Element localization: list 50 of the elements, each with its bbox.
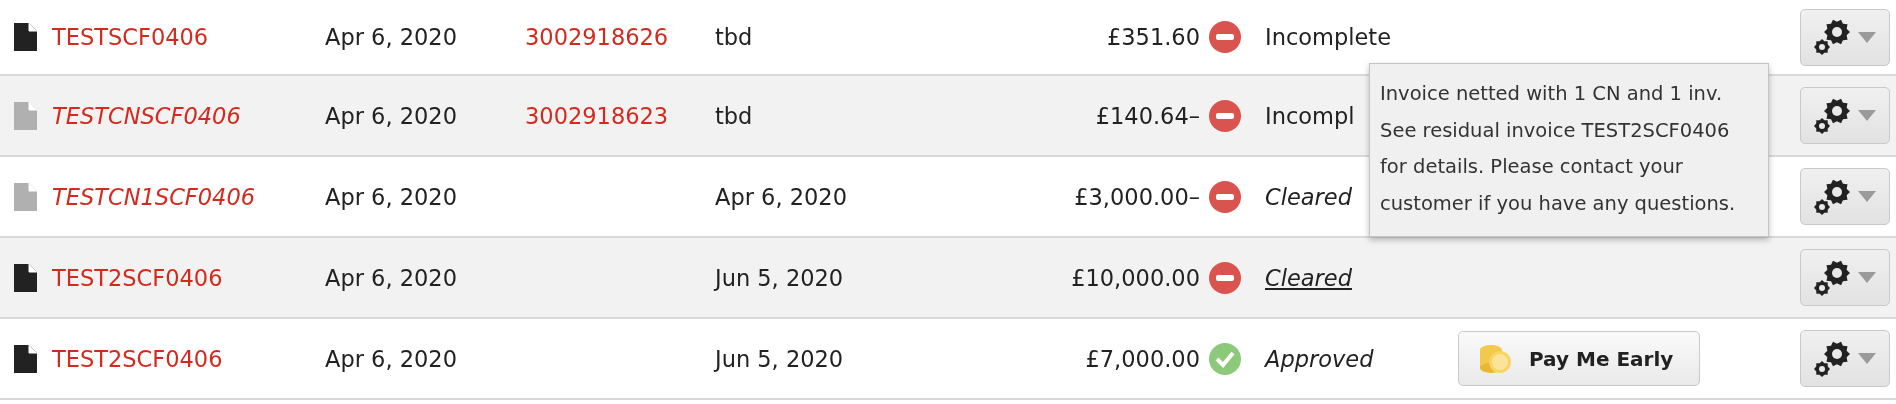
actions-button[interactable] bbox=[1800, 168, 1890, 225]
gears-icon bbox=[1814, 19, 1850, 55]
caret-icon bbox=[1858, 272, 1876, 283]
gears-icon bbox=[1814, 178, 1850, 215]
actions-button[interactable] bbox=[1800, 249, 1890, 306]
invoice-link[interactable]: TESTCN1SCF0406 bbox=[52, 183, 256, 210]
status-text: Incompl bbox=[1265, 102, 1355, 129]
amount: £3,000.00– bbox=[1074, 183, 1200, 210]
gears-icon bbox=[1814, 259, 1850, 296]
document-icon bbox=[14, 344, 37, 373]
reference-link[interactable]: 3002918626 bbox=[525, 24, 669, 50]
status-link[interactable]: Cleared bbox=[1265, 264, 1352, 291]
caret-icon bbox=[1858, 353, 1876, 364]
invoice-link[interactable]: TESTSCF0406 bbox=[52, 24, 209, 50]
caret-icon bbox=[1858, 191, 1876, 202]
invoice-date: Apr 6, 2020 bbox=[325, 264, 457, 291]
invoice-date: Apr 6, 2020 bbox=[325, 102, 457, 129]
invoice-link[interactable]: TEST2SCF0406 bbox=[52, 264, 223, 291]
reference-link[interactable]: 3002918623 bbox=[525, 102, 669, 129]
amount: £7,000.00 bbox=[1085, 345, 1200, 372]
due-date: tbd bbox=[715, 24, 753, 50]
gears-icon bbox=[1814, 97, 1850, 134]
gears-icon bbox=[1814, 340, 1850, 377]
status-text: Approved bbox=[1265, 345, 1374, 372]
pay-early-button[interactable]: Pay Me Early bbox=[1458, 331, 1700, 386]
due-date: Jun 5, 2020 bbox=[715, 264, 844, 291]
invoice-date: Apr 6, 2020 bbox=[325, 24, 457, 50]
due-date: tbd bbox=[715, 102, 753, 129]
amount: £140.64– bbox=[1095, 102, 1200, 129]
caret-icon bbox=[1858, 110, 1876, 121]
actions-button[interactable] bbox=[1800, 87, 1890, 144]
amount: £10,000.00 bbox=[1071, 264, 1200, 291]
status-text: Cleared bbox=[1265, 183, 1352, 210]
actions-button[interactable] bbox=[1800, 8, 1890, 66]
tooltip: Invoice netted with 1 CN and 1 inv. See residual invoice TEST2SCF0406 for details. Please contact your customer if you have any questions. bbox=[1369, 63, 1769, 237]
document-icon bbox=[14, 101, 37, 130]
document-icon bbox=[14, 23, 37, 51]
document-icon bbox=[14, 182, 37, 211]
status-text: Incomplete bbox=[1265, 24, 1391, 50]
caret-icon bbox=[1858, 31, 1876, 43]
invoice-link[interactable]: TESTCNSCF0406 bbox=[52, 102, 241, 129]
amount: £351.60 bbox=[1106, 24, 1200, 50]
invoice-date: Apr 6, 2020 bbox=[325, 345, 457, 372]
coins-icon bbox=[1479, 343, 1511, 374]
due-date: Jun 5, 2020 bbox=[715, 345, 844, 372]
invoice-date: Apr 6, 2020 bbox=[325, 183, 457, 210]
actions-button[interactable] bbox=[1800, 330, 1890, 387]
due-date: Apr 6, 2020 bbox=[715, 183, 847, 210]
invoice-link[interactable]: TEST2SCF0406 bbox=[52, 345, 223, 372]
document-icon bbox=[14, 263, 37, 292]
